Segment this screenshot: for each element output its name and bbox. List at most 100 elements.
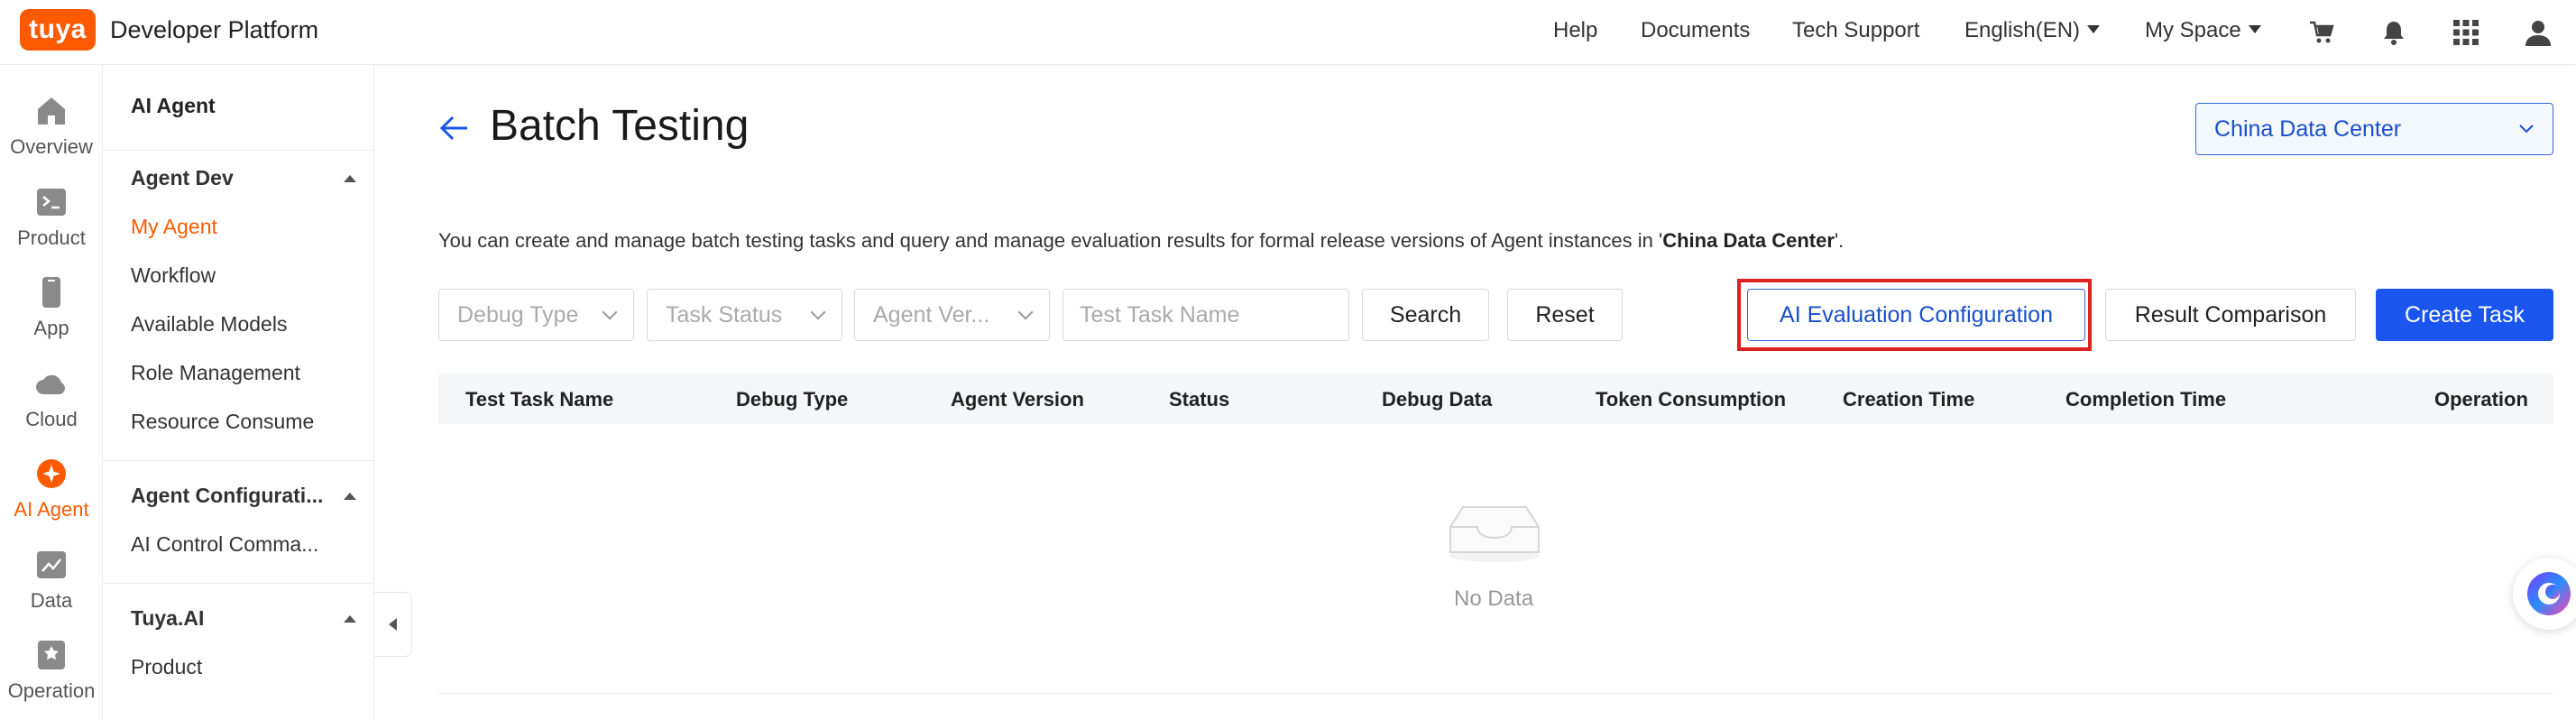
column-header-operation: Operation	[2434, 388, 2528, 411]
sidebar-item-resource-consume[interactable]: Resource Consume	[131, 410, 314, 434]
sidebar-group-agent-dev[interactable]: Agent Dev	[131, 166, 356, 190]
column-header-completion-time: Completion Time	[2065, 388, 2227, 411]
sidebar-item-role-management[interactable]: Role Management	[131, 361, 300, 385]
page-description: You can create and manage batch testing …	[438, 229, 1844, 253]
caret-up-icon	[344, 492, 356, 500]
task-status-filter[interactable]: Task Status	[647, 289, 842, 341]
rail-label: Product	[17, 226, 86, 249]
caret-up-icon	[344, 614, 356, 623]
description-prefix: You can create and manage batch testing …	[438, 229, 1663, 252]
logo-text: tuya	[29, 14, 87, 44]
divider	[104, 583, 374, 584]
sidebar-group-tuya-ai[interactable]: Tuya.AI	[131, 606, 356, 631]
data-center-select[interactable]: China Data Center	[2195, 103, 2553, 155]
sidebar-collapse-button[interactable]	[374, 592, 412, 657]
column-header-token-consumption: Token Consumption	[1596, 388, 1787, 411]
caret-down-icon	[2248, 25, 2261, 34]
page-title: Batch Testing	[490, 102, 750, 150]
documents-link[interactable]: Documents	[1641, 18, 1750, 43]
debug-type-filter[interactable]: Debug Type	[438, 289, 634, 341]
secondary-sidebar: AI Agent Agent Dev My Agent Workflow Ava…	[104, 65, 374, 720]
column-header-status: Status	[1169, 388, 1230, 411]
rail-item-app[interactable]: App	[0, 264, 103, 351]
divider	[104, 150, 374, 151]
search-button[interactable]: Search	[1362, 289, 1489, 341]
create-task-button[interactable]: Create Task	[2376, 289, 2553, 341]
chevron-down-icon	[1017, 304, 1034, 320]
group-label: Agent Configurati...	[131, 484, 324, 507]
rail-label: Operation	[7, 679, 96, 702]
ai-evaluation-configuration-button[interactable]: AI Evaluation Configuration	[1747, 289, 2085, 341]
terminal-icon	[34, 185, 69, 219]
ai-assistant-icon[interactable]	[2513, 558, 2576, 630]
description-data-center: China Data Center	[1662, 229, 1835, 252]
agent-version-filter[interactable]: Agent Ver...	[854, 289, 1050, 341]
task-name-input[interactable]	[1063, 289, 1349, 341]
platform-title: Developer Platform	[110, 16, 319, 43]
filter-placeholder: Task Status	[666, 301, 783, 328]
rail-label: App	[33, 317, 69, 339]
rail-item-product[interactable]: Product	[0, 174, 103, 261]
divider	[104, 460, 374, 461]
chevron-down-icon	[810, 304, 826, 320]
sidebar-item-product[interactable]: Product	[131, 655, 202, 679]
data-center-value: China Data Center	[2214, 115, 2402, 142]
filter-placeholder: Debug Type	[457, 301, 579, 328]
column-header-debug-type: Debug Type	[736, 388, 849, 411]
rail-label: Overview	[10, 135, 93, 158]
bookmark-icon	[34, 638, 69, 672]
group-label: Agent Dev	[131, 166, 234, 189]
phone-icon	[34, 275, 69, 309]
my-space-dropdown[interactable]: My Space	[2145, 18, 2261, 43]
caret-left-icon	[389, 618, 397, 631]
caret-up-icon	[344, 174, 356, 182]
caret-down-icon	[2087, 25, 2101, 34]
result-comparison-button[interactable]: Result Comparison	[2105, 289, 2356, 341]
column-header-debug-data: Debug Data	[1382, 388, 1493, 411]
chevron-down-icon	[2519, 125, 2534, 134]
table-header: Test Task Name Debug Type Agent Version …	[438, 374, 2553, 424]
column-header-agent-version: Agent Version	[951, 388, 1084, 411]
rail-item-operation[interactable]: Operation	[0, 627, 103, 714]
top-bar: tuya Developer Platform Help Documents T…	[0, 0, 2576, 65]
home-icon	[34, 94, 69, 128]
bell-icon[interactable]	[2379, 18, 2408, 47]
sidebar-title: AI Agent	[131, 94, 216, 117]
left-rail: Overview Product App Cloud AI Agent Data…	[0, 65, 103, 720]
sidebar-group-agent-configuration[interactable]: Agent Configurati...	[131, 484, 356, 508]
rail-label: Data	[30, 589, 73, 612]
table-bottom-border	[438, 693, 2553, 694]
empty-state-text: No Data	[1454, 586, 1534, 611]
tuya-logo[interactable]: tuya	[20, 9, 96, 51]
apps-grid-icon[interactable]	[2452, 18, 2480, 47]
rail-item-ai-agent[interactable]: AI Agent	[0, 446, 103, 532]
my-space-label: My Space	[2145, 18, 2241, 42]
cloud-icon	[34, 366, 69, 401]
chart-icon	[34, 548, 69, 582]
ai-agent-icon	[34, 457, 69, 491]
rail-item-cloud[interactable]: Cloud	[0, 355, 103, 442]
chevron-down-icon	[602, 304, 618, 320]
tech-support-link[interactable]: Tech Support	[1792, 18, 1919, 43]
reset-button[interactable]: Reset	[1507, 289, 1623, 341]
language-dropdown[interactable]: English(EN)	[1964, 18, 2101, 43]
user-icon[interactable]	[2524, 18, 2553, 47]
description-suffix: '.	[1834, 229, 1845, 252]
empty-inbox-icon	[1447, 498, 1542, 563]
column-header-test-task-name: Test Task Name	[465, 388, 614, 411]
filter-placeholder: Agent Ver...	[873, 301, 990, 328]
help-link[interactable]: Help	[1553, 18, 1597, 43]
group-label: Tuya.AI	[131, 606, 205, 630]
rail-item-overview[interactable]: Overview	[0, 83, 103, 170]
sidebar-item-ai-control-commands[interactable]: AI Control Comma...	[131, 532, 318, 557]
back-arrow-icon[interactable]	[438, 112, 471, 144]
sidebar-item-workflow[interactable]: Workflow	[131, 263, 216, 288]
language-label: English(EN)	[1964, 18, 2081, 42]
rail-label: AI Agent	[14, 498, 89, 521]
sidebar-item-my-agent[interactable]: My Agent	[131, 215, 217, 239]
sidebar-item-available-models[interactable]: Available Models	[131, 312, 287, 337]
column-header-creation-time: Creation Time	[1843, 388, 1975, 411]
rail-item-data[interactable]: Data	[0, 537, 103, 623]
rail-label: Cloud	[25, 408, 78, 430]
cart-icon[interactable]	[2307, 18, 2336, 47]
